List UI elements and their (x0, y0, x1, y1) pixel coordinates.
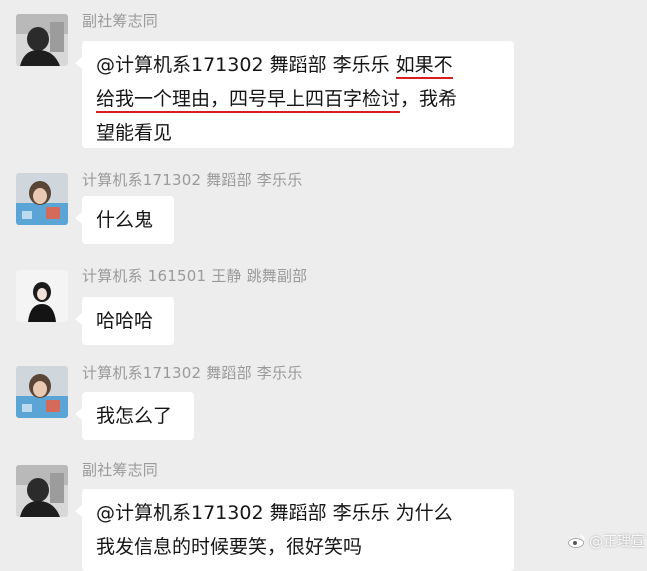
message-line: 什么鬼 (96, 203, 160, 237)
message-line: @计算机系171302 舞蹈部 李乐乐 为什么 (96, 496, 500, 530)
message-bubble[interactable]: 我怎么了 (75, 392, 194, 440)
underlined-text: 给我一个理由，四号早上四百字检讨 (96, 88, 401, 113)
message-line: 给我一个理由，四号早上四百字检讨，我希 (96, 82, 500, 116)
watermark-text: @正理宣 (589, 534, 645, 550)
message-line: 我怎么了 (96, 399, 180, 433)
message-text: @计算机系171302 舞蹈部 李乐乐 (96, 54, 396, 76)
sender-name: 计算机系171302 舞蹈部 李乐乐 (82, 171, 303, 189)
sender-name: 副社筹志同 (82, 12, 159, 30)
message-text: 望能看见 (96, 122, 173, 144)
message-bubble[interactable]: 哈哈哈 (75, 297, 174, 345)
message-text: 哈哈哈 (96, 310, 154, 332)
message-text: @计算机系171302 舞蹈部 李乐乐 为什么 (96, 502, 453, 524)
sender-name: 副社筹志同 (82, 461, 159, 479)
sender-name: 计算机系 161501 王静 跳舞副部 (82, 267, 308, 285)
avatar[interactable] (16, 465, 68, 517)
message-text: 我发信息的时候要笑，很好笑吗 (96, 536, 363, 558)
message-line: 哈哈哈 (96, 304, 160, 338)
sender-name: 计算机系171302 舞蹈部 李乐乐 (82, 364, 303, 382)
avatar[interactable] (16, 173, 68, 225)
message-text: 什么鬼 (96, 209, 154, 231)
avatar[interactable] (16, 366, 68, 418)
avatar[interactable] (16, 14, 68, 66)
message-bubble[interactable]: 什么鬼 (75, 196, 174, 244)
message-line: 望能看见 (96, 116, 500, 150)
message-line: @计算机系171302 舞蹈部 李乐乐 如果不 (96, 48, 500, 82)
weibo-watermark: @正理宣 (568, 531, 645, 551)
message-text: 我怎么了 (96, 405, 173, 427)
message-bubble[interactable]: @计算机系171302 舞蹈部 李乐乐 如果不 给我一个理由，四号早上四百字检讨，… (75, 41, 514, 150)
avatar[interactable] (16, 270, 68, 322)
weibo-icon (568, 534, 586, 548)
message-text: ，我希 (400, 88, 458, 110)
underlined-text: 如果不 (395, 54, 453, 79)
